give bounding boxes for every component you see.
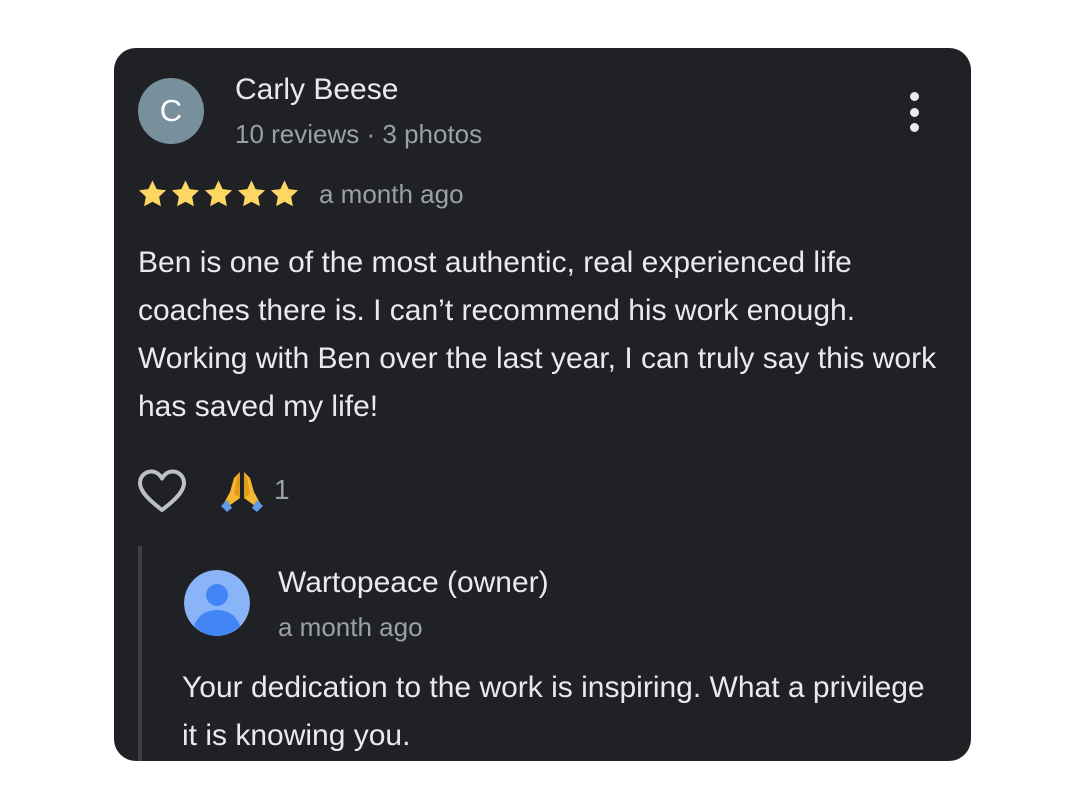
star-icon: [169, 178, 202, 210]
like-button[interactable]: [136, 468, 188, 514]
star-icon: [136, 178, 169, 210]
reviewer-avatar[interactable]: C: [138, 78, 204, 144]
reaction-button[interactable]: 1: [218, 466, 290, 514]
owner-reply-date: a month ago: [278, 612, 423, 642]
owner-name: Wartopeace (owner): [278, 566, 549, 599]
more-vert-icon-dot: [909, 123, 919, 132]
rating-row: a month ago: [136, 174, 464, 214]
review-text: Ben is one of the most authentic, real e…: [138, 246, 937, 423]
more-vert-icon: [909, 92, 919, 101]
default-person-avatar-icon: [184, 570, 250, 636]
reviewer-name[interactable]: Carly Beese: [235, 73, 398, 107]
heart-outline-icon: [138, 469, 186, 512]
review-date: a month ago: [319, 178, 464, 209]
more-options-button[interactable]: [896, 88, 932, 136]
owner-reply: Wartopeace (owner) a month ago Your dedi…: [138, 546, 962, 761]
owner-avatar[interactable]: [184, 570, 250, 636]
more-vert-icon-dot: [909, 107, 919, 117]
star-rating: [136, 178, 301, 210]
review-card: C Carly Beese 10 reviews · 3 photos a mo…: [114, 48, 971, 761]
reaction-count: 1: [274, 474, 290, 505]
star-icon: [268, 178, 301, 210]
folded-hands-icon: [221, 472, 263, 512]
star-icon: [202, 178, 235, 210]
owner-reply-text: Your dedication to the work is inspiring…: [182, 671, 925, 752]
reviewer-meta[interactable]: 10 reviews · 3 photos: [235, 119, 482, 150]
reviewer-avatar-letter: C: [159, 93, 183, 128]
star-icon: [235, 178, 268, 210]
